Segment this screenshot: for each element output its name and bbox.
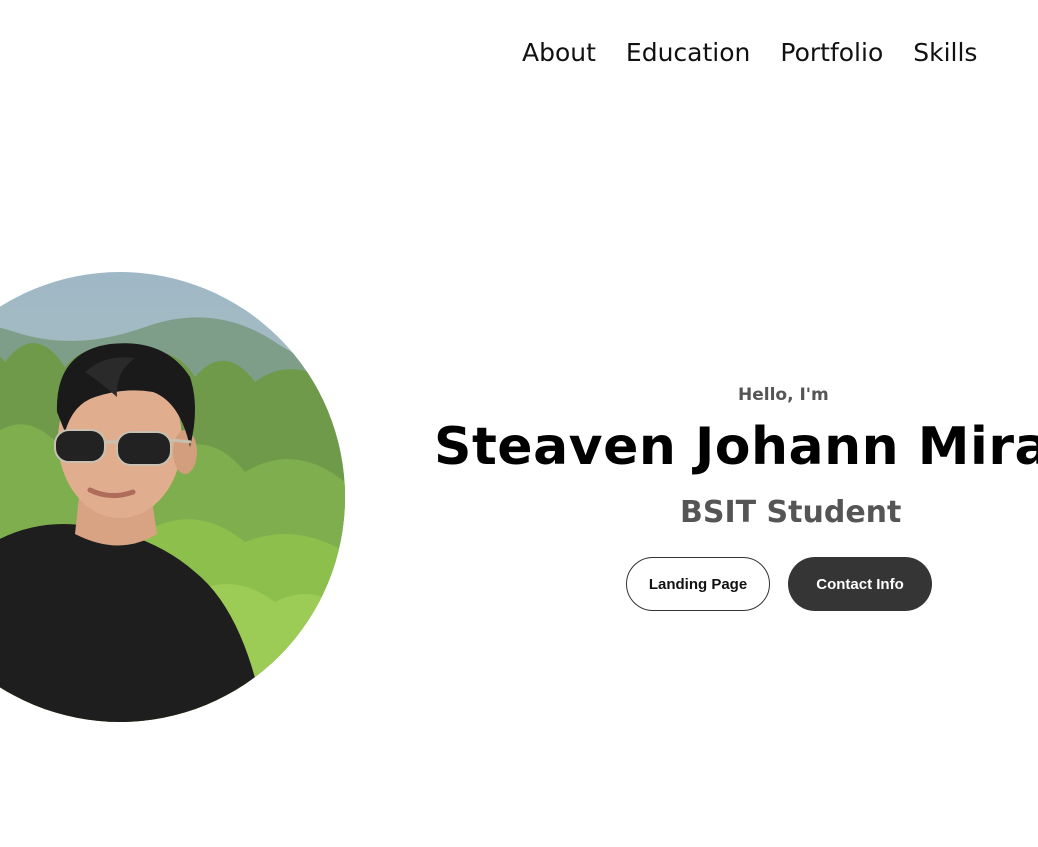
top-nav: About Education Portfolio Skills (522, 38, 977, 67)
nav-skills[interactable]: Skills (913, 38, 977, 67)
profile-photo-illustration (0, 272, 345, 722)
nav-about[interactable]: About (522, 38, 596, 67)
role-title: BSIT Student (680, 495, 902, 530)
nav-portfolio[interactable]: Portfolio (780, 38, 883, 67)
greeting-text: Hello, I'm (738, 385, 829, 405)
nav-education[interactable]: Education (626, 38, 750, 67)
profile-photo (0, 272, 345, 722)
person-name: Steaven Johann Miranda (434, 417, 1038, 477)
contact-info-button[interactable]: Contact Info (788, 557, 932, 611)
profile-page: About Education Portfolio Skills Hello, … (0, 0, 1038, 847)
landing-page-button[interactable]: Landing Page (626, 557, 770, 611)
